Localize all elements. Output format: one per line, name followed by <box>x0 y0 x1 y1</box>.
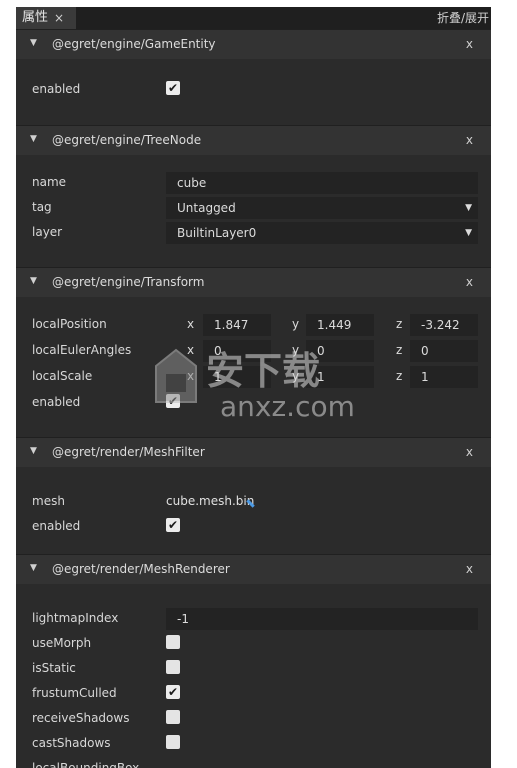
local-scale-label: localScale <box>32 369 93 383</box>
axis-x-label: x <box>187 317 195 331</box>
section-body: name cube tag Untagged ▼ layer BuiltinLa… <box>16 155 491 266</box>
collapse-expand-button[interactable]: 折叠/展开 <box>437 7 489 29</box>
mesh-value[interactable]: cube.mesh.bin <box>166 494 254 508</box>
section-header[interactable]: ▼ @egret/render/MeshFilter x <box>16 437 491 467</box>
tag-label: tag <box>32 200 52 214</box>
axis-z-label: z <box>396 343 403 357</box>
enabled-label: enabled <box>32 82 81 96</box>
chevron-down-icon[interactable]: ▼ <box>30 38 37 48</box>
section-body: enabled ✔ <box>16 59 491 124</box>
section-title: @egret/render/MeshRenderer <box>52 562 230 576</box>
axis-z-label: z <box>396 317 403 331</box>
local-bounding-box-label: localBoundingBox <box>32 761 140 768</box>
frustum-culled-checkbox[interactable]: ✔ <box>166 685 180 699</box>
chevron-down-icon[interactable]: ▼ <box>30 446 37 456</box>
local-euler-angles-label: localEulerAngles <box>32 343 132 357</box>
chevron-down-icon[interactable]: ▼ <box>30 276 37 286</box>
use-morph-label: useMorph <box>32 636 92 650</box>
remove-component-button[interactable]: x <box>466 445 473 459</box>
watermark-text: 安下载 <box>206 349 320 393</box>
lightmap-index-label: lightmapIndex <box>32 611 119 625</box>
section-meshrenderer: ▼ @egret/render/MeshRenderer x lightmapI… <box>16 554 491 768</box>
chevron-down-icon[interactable]: ▼ <box>30 563 37 573</box>
is-static-checkbox[interactable] <box>166 660 180 674</box>
section-header[interactable]: ▼ @egret/engine/GameEntity x <box>16 29 491 59</box>
remove-component-button[interactable]: x <box>466 275 473 289</box>
position-x-input[interactable]: 1.847 <box>203 314 271 336</box>
axis-z-label: z <box>396 369 403 383</box>
section-title: @egret/engine/TreeNode <box>52 133 202 147</box>
enabled-checkbox[interactable]: ✔ <box>166 518 180 532</box>
remove-component-button[interactable]: x <box>466 37 473 51</box>
section-gameentity: ▼ @egret/engine/GameEntity x enabled ✔ <box>16 29 491 124</box>
watermark-logo: 安下载 anxz.com <box>155 348 355 422</box>
section-meshfilter: ▼ @egret/render/MeshFilter x mesh cube.m… <box>16 437 491 553</box>
layer-value: BuiltinLayer0 <box>177 226 257 240</box>
scale-z-input[interactable]: 1 <box>410 366 478 388</box>
is-static-label: isStatic <box>32 661 76 675</box>
section-treenode: ▼ @egret/engine/TreeNode x name cube tag… <box>16 125 491 266</box>
cast-shadows-checkbox[interactable] <box>166 735 180 749</box>
tab-label: 属性 <box>22 10 49 25</box>
position-z-input[interactable]: -3.242 <box>410 314 478 336</box>
enabled-label: enabled <box>32 395 81 409</box>
euler-z-input[interactable]: 0 <box>410 340 478 362</box>
enabled-label: enabled <box>32 519 81 533</box>
name-input[interactable]: cube <box>166 172 478 194</box>
tab-bar: 属性 × 折叠/展开 <box>16 7 491 29</box>
layer-label: layer <box>32 225 63 239</box>
section-body: lightmapIndex -1 useMorph isStatic frust… <box>16 584 491 768</box>
use-morph-checkbox[interactable] <box>166 635 180 649</box>
frustum-culled-label: frustumCulled <box>32 686 117 700</box>
section-header[interactable]: ▼ @egret/engine/TreeNode x <box>16 125 491 155</box>
section-title: @egret/engine/GameEntity <box>52 37 216 51</box>
axis-y-label: y <box>292 317 300 331</box>
section-header[interactable]: ▼ @egret/engine/Transform x <box>16 267 491 297</box>
tag-dropdown[interactable]: Untagged ▼ <box>166 197 478 219</box>
section-header[interactable]: ▼ @egret/render/MeshRenderer x <box>16 554 491 584</box>
mesh-label: mesh <box>32 494 65 508</box>
position-y-input[interactable]: 1.449 <box>306 314 374 336</box>
receive-shadows-checkbox[interactable] <box>166 710 180 724</box>
dropdown-arrow-icon: ▼ <box>465 228 472 238</box>
cast-shadows-label: castShadows <box>32 736 111 750</box>
section-body: mesh cube.mesh.bin enabled ✔ <box>16 467 491 553</box>
enabled-checkbox[interactable]: ✔ <box>166 81 180 95</box>
lightmap-index-input[interactable]: -1 <box>166 608 478 630</box>
watermark-domain: anxz.com <box>220 390 355 422</box>
remove-component-button[interactable]: x <box>466 562 473 576</box>
section-title: @egret/render/MeshFilter <box>52 445 205 459</box>
tab-properties[interactable]: 属性 × <box>16 7 76 29</box>
local-position-label: localPosition <box>32 317 107 331</box>
tag-value: Untagged <box>177 201 236 215</box>
name-label: name <box>32 175 67 189</box>
remove-component-button[interactable]: x <box>466 133 473 147</box>
chevron-down-icon[interactable]: ▼ <box>30 134 37 144</box>
tab-close-icon[interactable]: × <box>54 7 64 29</box>
receive-shadows-label: receiveShadows <box>32 711 130 725</box>
layer-dropdown[interactable]: BuiltinLayer0 ▼ <box>166 222 478 244</box>
dropdown-arrow-icon: ▼ <box>465 203 472 213</box>
section-title: @egret/engine/Transform <box>52 275 205 289</box>
